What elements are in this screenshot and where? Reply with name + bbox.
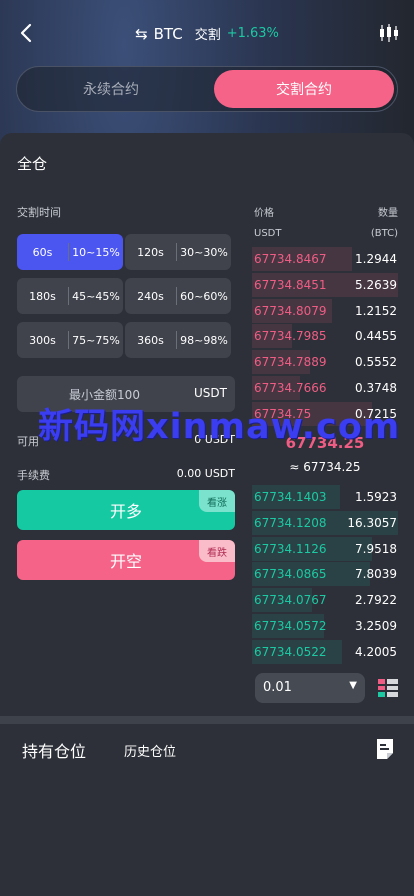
- order-qty: 7.9518: [355, 541, 397, 556]
- ask-row[interactable]: 67734.7985 0.4455: [252, 324, 398, 349]
- ask-row[interactable]: 67734.8467 1.2944: [252, 247, 398, 271]
- order-price: 67734.0572: [254, 619, 327, 633]
- order-qty: 1.5923: [355, 490, 397, 504]
- depth-value: 0.01: [263, 680, 292, 695]
- section-divider: [0, 716, 414, 724]
- order-price: 67734.8079: [254, 303, 327, 318]
- order-qty: 4.2005: [355, 644, 397, 659]
- caret-down-icon: ▼: [349, 680, 357, 691]
- contract-type-label: 交割: [194, 28, 221, 43]
- bid-row[interactable]: 67734.0767 2.7922: [252, 588, 398, 613]
- order-qty: 0.5552: [355, 355, 397, 370]
- duration-option[interactable]: 360s 98~98%: [125, 322, 231, 358]
- order-qty: 2.7922: [355, 593, 397, 608]
- order-price: 67734.1403: [254, 490, 327, 504]
- order-price: 67734.0767: [254, 593, 327, 608]
- swap-icon: ⇆: [135, 24, 148, 43]
- order-qty: 0.3748: [355, 381, 397, 395]
- order-qty: 3.2509: [355, 619, 397, 633]
- bearish-tag: 看跌: [199, 540, 235, 562]
- order-qty: 1.2152: [355, 303, 397, 318]
- quantity-header: 数量: [378, 208, 398, 219]
- order-qty: 5.2639: [355, 277, 397, 292]
- bid-row[interactable]: 67734.0572 3.2509: [252, 614, 398, 638]
- order-qty: 16.3057: [347, 515, 397, 530]
- order-price: 67734.0865: [254, 567, 327, 582]
- depth-precision-select[interactable]: 0.01 ▼: [255, 673, 365, 703]
- order-price: 67734.1126: [254, 541, 327, 556]
- bid-row[interactable]: 67734.0522 4.2005: [252, 639, 398, 664]
- duration-time: 180s: [29, 289, 56, 303]
- order-price: 67734.8467: [254, 252, 327, 266]
- document-icon[interactable]: [375, 738, 395, 760]
- duration-option[interactable]: 180s 45~45%: [17, 278, 123, 314]
- available-label: 可用: [17, 435, 39, 448]
- delivery-time-label: 交割时间: [17, 206, 61, 219]
- duration-option[interactable]: 300s 75~75%: [17, 322, 123, 358]
- open-short-button[interactable]: 开空 看跌: [17, 540, 235, 580]
- symbol-name: BTC: [153, 24, 183, 43]
- open-long-button[interactable]: 开多 看涨: [17, 490, 235, 530]
- ask-row[interactable]: 67734.8079 1.2152: [252, 298, 398, 323]
- tab-delivery[interactable]: 交割合约: [214, 70, 394, 108]
- order-price: 67734.7985: [254, 329, 327, 344]
- candlestick-chart-icon[interactable]: [378, 22, 400, 44]
- open-short-label: 开空: [109, 552, 142, 571]
- tab-perpetual[interactable]: 永续合约: [21, 70, 201, 108]
- duration-time: 60s: [32, 245, 53, 259]
- price-change: +1.63%: [226, 26, 279, 41]
- tab-history-positions[interactable]: 历史仓位: [124, 741, 176, 760]
- duration-range: 45~45%: [72, 289, 120, 303]
- bid-row[interactable]: 67734.1208 16.3057: [252, 510, 398, 535]
- last-price-approx: ≈ 67734.25: [289, 460, 361, 474]
- duration-time: 360s: [137, 333, 164, 347]
- order-price: 67734.0522: [254, 644, 327, 659]
- open-long-label: 开多: [109, 502, 142, 521]
- order-qty: 1.2944: [355, 252, 397, 266]
- duration-time: 120s: [137, 245, 164, 259]
- bid-row[interactable]: 67734.1126 7.9518: [252, 536, 398, 561]
- top-bar: ⇆ BTC 交割 +1.63%: [0, 0, 414, 66]
- price-header: 价格: [254, 208, 274, 219]
- duration-time: 240s: [137, 289, 164, 303]
- duration-range: 98~98%: [180, 333, 228, 347]
- tab-holding-positions[interactable]: 持有仓位: [22, 738, 86, 762]
- watermark-text: 新码网xinmaw.com: [38, 407, 401, 447]
- contract-mode-tabs: 永续合约 交割合约: [16, 66, 398, 112]
- duration-option[interactable]: 240s 60~60%: [125, 278, 231, 314]
- order-price: 67734.7666: [254, 381, 327, 395]
- margin-mode-title[interactable]: 全仓: [17, 153, 47, 174]
- order-price: 67734.7889: [254, 355, 327, 370]
- bid-row[interactable]: 67734.0865 7.8039: [252, 562, 398, 587]
- orderbook-layout-icon[interactable]: [377, 678, 399, 698]
- ask-row[interactable]: 67734.8451 5.2639: [252, 272, 398, 297]
- quantity-unit: (BTC): [370, 228, 398, 239]
- duration-time: 300s: [29, 333, 56, 347]
- fee-value: 0.00 USDT: [176, 467, 235, 480]
- order-price: 67734.1208: [254, 515, 327, 530]
- fee-label: 手续费: [17, 469, 50, 482]
- duration-option[interactable]: 120s 30~30%: [125, 234, 231, 270]
- symbol-title[interactable]: ⇆ BTC 交割 +1.63%: [0, 24, 414, 44]
- order-qty: 0.4455: [355, 329, 397, 344]
- price-unit: USDT: [254, 228, 282, 239]
- duration-range: 30~30%: [180, 245, 228, 259]
- duration-range: 10~15%: [72, 245, 120, 259]
- duration-range: 60~60%: [180, 289, 228, 303]
- order-qty: 7.8039: [355, 567, 397, 582]
- ask-row[interactable]: 67734.7889 0.5552: [252, 350, 398, 375]
- duration-range: 75~75%: [72, 333, 120, 347]
- duration-option[interactable]: 60s 10~15%: [17, 234, 123, 270]
- order-price: 67734.8451: [254, 277, 327, 292]
- bullish-tag: 看涨: [199, 490, 235, 512]
- bid-row[interactable]: 67734.1403 1.5923: [252, 485, 398, 509]
- ask-row[interactable]: 67734.7666 0.3748: [252, 376, 398, 400]
